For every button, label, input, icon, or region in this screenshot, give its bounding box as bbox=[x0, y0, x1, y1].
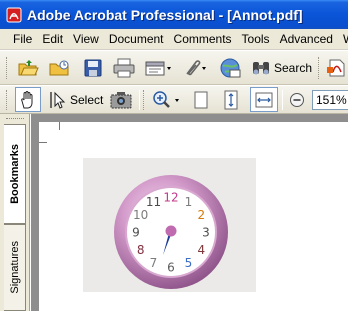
tab-bookmarks-label: Bookmarks bbox=[8, 144, 21, 204]
clock-number-4: 4 bbox=[197, 243, 205, 257]
camera-icon bbox=[110, 92, 132, 109]
acrobat-app-icon[interactable] bbox=[6, 7, 22, 23]
clock-number-8: 8 bbox=[137, 243, 145, 257]
window-title: Adobe Acrobat Professional - [Annot.pdf] bbox=[27, 6, 303, 23]
minus-circle-icon bbox=[290, 93, 304, 107]
pdf-page[interactable]: 12 1 2 3 4 5 6 7 8 9 10 11 bbox=[39, 122, 348, 311]
clock-number-7: 7 bbox=[150, 256, 158, 270]
clock-number-10: 10 bbox=[133, 208, 148, 222]
toolbar-grip[interactable] bbox=[6, 90, 9, 110]
clock-number-3: 3 bbox=[202, 226, 210, 240]
menu-view[interactable]: View bbox=[73, 32, 99, 46]
basic-toolbar: Select bbox=[0, 86, 348, 114]
zoom-level-value: 151% bbox=[316, 93, 347, 107]
search-label[interactable]: Search bbox=[274, 61, 312, 75]
toolbar-grip[interactable] bbox=[6, 57, 9, 79]
menu-edit[interactable]: Edit bbox=[42, 32, 63, 46]
email-dropdown-button[interactable] bbox=[143, 56, 175, 80]
create-pdf-icon bbox=[327, 59, 345, 77]
fit-width-icon bbox=[255, 92, 273, 107]
open-button[interactable] bbox=[16, 56, 40, 80]
clock-number-5: 5 bbox=[185, 256, 193, 270]
select-cursor-icon bbox=[50, 91, 66, 109]
crop-mark bbox=[59, 122, 60, 130]
printer-icon bbox=[113, 58, 135, 78]
toolbar-separator bbox=[139, 90, 140, 110]
hand-tool-button[interactable] bbox=[15, 87, 41, 112]
navigation-panel: Bookmarks Signatures bbox=[0, 114, 30, 311]
select-label[interactable]: Select bbox=[70, 93, 103, 107]
organizer-folder-icon bbox=[49, 60, 69, 76]
clock-number-2: 2 bbox=[197, 208, 205, 222]
clock-number-9: 9 bbox=[132, 226, 140, 240]
file-toolbar: Search bbox=[0, 51, 348, 85]
print-button[interactable] bbox=[112, 56, 136, 80]
actual-size-button[interactable] bbox=[190, 89, 212, 111]
magnifier-zoom-icon bbox=[153, 91, 179, 108]
secure-send-button[interactable] bbox=[218, 56, 242, 80]
open-folder-icon bbox=[18, 60, 39, 76]
clock-number-11: 11 bbox=[146, 195, 161, 209]
fit-width-button[interactable] bbox=[250, 87, 278, 112]
organizer-button[interactable] bbox=[47, 56, 73, 80]
zoom-out-button[interactable] bbox=[288, 90, 306, 110]
hand-icon bbox=[21, 90, 33, 108]
paperclip-icon bbox=[186, 60, 206, 76]
tab-signatures-label: Signatures bbox=[8, 241, 21, 294]
zoom-in-dropdown-button[interactable] bbox=[150, 89, 184, 111]
tab-signatures[interactable]: Signatures bbox=[4, 224, 26, 311]
globe-mail-icon bbox=[220, 58, 241, 78]
fit-page-button[interactable] bbox=[220, 89, 242, 111]
create-pdf-button[interactable] bbox=[326, 56, 348, 80]
snapshot-tool-button[interactable] bbox=[109, 89, 133, 111]
menu-tools[interactable]: Tools bbox=[242, 32, 270, 46]
crop-mark bbox=[39, 142, 47, 143]
save-button[interactable] bbox=[82, 56, 104, 80]
toolbar-grip[interactable] bbox=[318, 57, 321, 79]
clock-number-12: 12 bbox=[163, 191, 178, 205]
clock-number-1: 1 bbox=[185, 195, 193, 209]
menu-window[interactable]: W bbox=[343, 32, 348, 46]
clock-face: 12 12 3 45678 9 1011 bbox=[114, 175, 228, 289]
toolbar-grip[interactable] bbox=[143, 90, 146, 110]
floppy-disk-icon bbox=[84, 59, 102, 77]
page-actual-size-icon bbox=[194, 91, 208, 109]
menu-bar: File Edit View Document Comments Tools A… bbox=[0, 29, 348, 50]
select-tool-button[interactable] bbox=[47, 90, 67, 110]
clock-annotation[interactable]: 12 1 2 3 4 5 6 7 8 9 10 11 bbox=[83, 158, 256, 292]
clock-hub bbox=[165, 225, 177, 237]
fit-page-icon bbox=[224, 90, 238, 110]
email-icon bbox=[145, 61, 171, 76]
document-view[interactable]: 12 1 2 3 4 5 6 7 8 9 10 11 bbox=[31, 114, 348, 311]
tab-bookmarks[interactable]: Bookmarks bbox=[4, 124, 26, 224]
menu-file[interactable]: File bbox=[13, 32, 32, 46]
panel-grip[interactable] bbox=[6, 118, 24, 119]
search-binoculars-button[interactable] bbox=[250, 57, 272, 79]
binoculars-icon bbox=[253, 62, 269, 75]
menu-document[interactable]: Document bbox=[109, 32, 164, 46]
clock-number-6: 6 bbox=[167, 261, 175, 275]
toolbar-separator bbox=[282, 90, 283, 110]
menu-comments[interactable]: Comments bbox=[174, 32, 232, 46]
attach-file-button[interactable] bbox=[180, 56, 210, 80]
zoom-level-input[interactable]: 151% bbox=[312, 90, 348, 110]
title-bar: Adobe Acrobat Professional - [Annot.pdf] bbox=[0, 0, 348, 29]
menu-advanced[interactable]: Advanced bbox=[280, 32, 333, 46]
